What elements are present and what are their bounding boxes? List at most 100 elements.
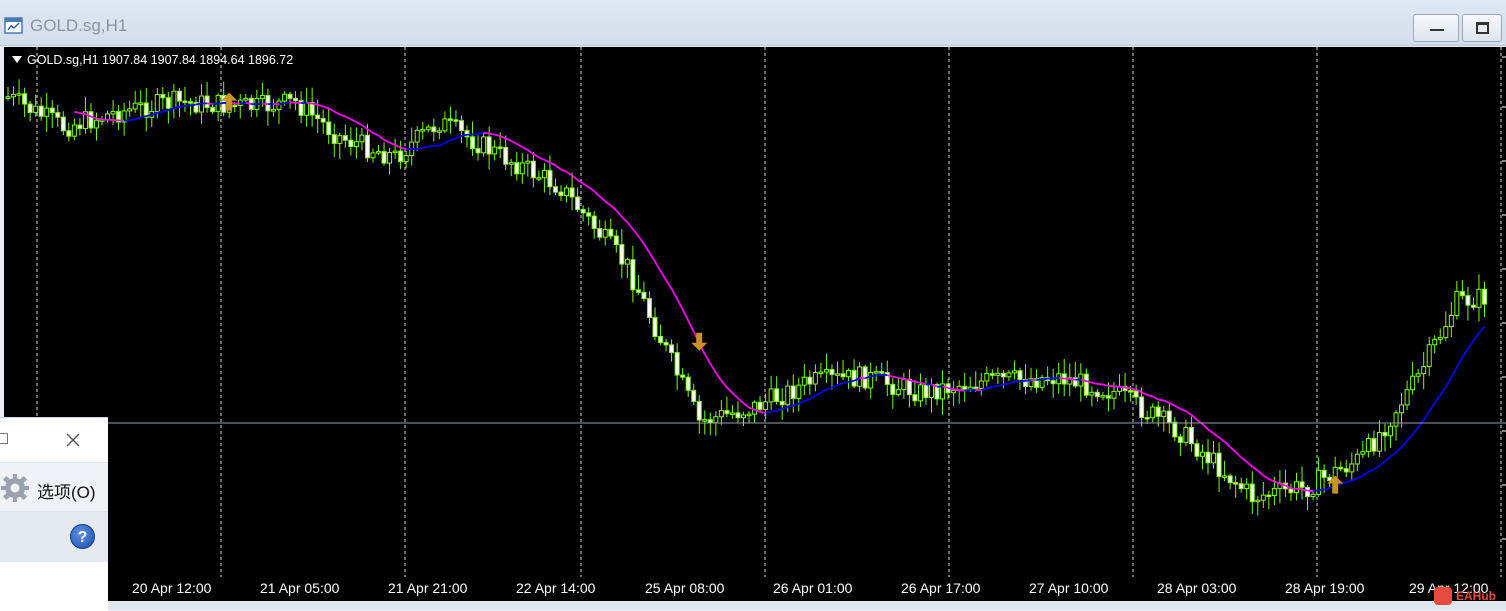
- moving-average-segment: [157, 112, 163, 113]
- candle-body: [1372, 439, 1376, 452]
- candle-body: [813, 373, 817, 384]
- candle-body: [576, 197, 580, 210]
- candle-body: [1195, 444, 1199, 457]
- moving-average-segment: [367, 129, 373, 133]
- collapse-triangle-icon[interactable]: [12, 56, 22, 63]
- candle-body: [1184, 428, 1188, 443]
- moving-average-segment: [954, 389, 960, 390]
- candle-body: [769, 389, 773, 402]
- candle-body: [1189, 428, 1193, 444]
- candle-body: [647, 299, 651, 318]
- candle-body: [836, 374, 840, 376]
- candle-body: [874, 372, 878, 374]
- candle-body: [830, 370, 834, 375]
- moving-average-segment: [1236, 452, 1242, 458]
- moving-average-segment: [1214, 433, 1220, 437]
- candle-body: [1212, 453, 1216, 463]
- moving-average-segment: [528, 150, 534, 154]
- candle-body: [166, 98, 170, 108]
- candle-body: [703, 420, 707, 422]
- candle-body: [1471, 305, 1475, 307]
- options-menu-item[interactable]: 选项(O): [0, 462, 108, 512]
- moving-average-segment: [987, 387, 993, 389]
- candle-body: [1001, 373, 1005, 376]
- candle-body: [963, 386, 967, 389]
- maximize-button[interactable]: [1462, 14, 1502, 42]
- moving-average-segment: [80, 113, 86, 114]
- moving-average-segment: [633, 229, 639, 236]
- candle-body: [1140, 397, 1144, 418]
- candle-body: [1051, 381, 1055, 384]
- candle-body: [476, 149, 480, 153]
- candle-body: [548, 170, 552, 186]
- candle-body: [808, 377, 812, 384]
- candle-body: [1167, 411, 1171, 422]
- moving-average-segment: [1308, 491, 1314, 492]
- moving-average-segment: [1164, 401, 1170, 403]
- candle-body: [1256, 500, 1260, 502]
- moving-average-segment: [578, 180, 584, 183]
- moving-average-segment: [793, 404, 799, 406]
- restore-icon[interactable]: [0, 433, 8, 444]
- candle-body: [1261, 495, 1265, 500]
- candle-body: [1427, 345, 1431, 367]
- candle-body: [1438, 338, 1442, 340]
- candle-body: [1322, 470, 1326, 477]
- moving-average-segment: [1175, 406, 1181, 409]
- candle-body: [155, 95, 159, 112]
- candle-body: [161, 95, 165, 98]
- candle-body: [985, 374, 989, 381]
- candle-body: [260, 95, 264, 98]
- minimize-button[interactable]: [1413, 14, 1459, 42]
- candle-body: [421, 130, 425, 132]
- moving-average-segment: [1457, 357, 1463, 367]
- help-button[interactable]: ?: [70, 524, 95, 549]
- moving-average-segment: [1158, 400, 1164, 401]
- candle-body: [509, 163, 513, 165]
- moving-average-segment: [572, 176, 578, 180]
- candle-body: [34, 106, 38, 112]
- candle-body: [448, 119, 452, 121]
- candle-body: [12, 94, 16, 96]
- moving-average-segment: [439, 143, 445, 146]
- candle-body: [426, 127, 430, 130]
- moving-average-segment: [334, 112, 340, 115]
- moving-average-segment: [1059, 378, 1065, 379]
- moving-average-segment: [196, 103, 202, 104]
- moving-average-segment: [804, 399, 810, 401]
- candle-body: [1311, 494, 1315, 496]
- close-icon[interactable]: [60, 428, 86, 452]
- candle-body: [741, 415, 745, 418]
- moving-average-segment: [838, 383, 844, 385]
- moving-average-segment: [1462, 349, 1468, 358]
- candle-body: [1355, 454, 1359, 464]
- moving-average-segment: [743, 403, 749, 407]
- price-chart[interactable]: GOLD.sg,H1 1907.84 1907.84 1894.64 1896.…: [4, 47, 1506, 577]
- candle-body: [819, 372, 823, 374]
- candle-body: [432, 127, 436, 132]
- moving-average-segment: [1092, 383, 1098, 384]
- candle-body: [72, 125, 76, 136]
- candle-body: [332, 135, 336, 144]
- candle-body: [631, 260, 635, 290]
- moving-average-segment: [1037, 379, 1043, 380]
- candle-body: [1134, 391, 1138, 397]
- candle-body: [1162, 411, 1166, 416]
- moving-average-segment: [74, 112, 80, 113]
- candle-body: [930, 384, 934, 397]
- moving-average-segment: [738, 398, 744, 403]
- moving-average-segment: [705, 354, 711, 363]
- candle-body: [6, 97, 10, 99]
- candle-body: [1416, 374, 1420, 377]
- moving-average-segment: [1324, 488, 1330, 489]
- candle-body: [570, 188, 574, 197]
- candle-body: [858, 367, 862, 386]
- title-bar[interactable]: GOLD.sg,H1: [0, 0, 1506, 46]
- candle-body: [67, 131, 71, 136]
- moving-average-segment: [721, 381, 727, 388]
- gear-icon: [0, 473, 30, 503]
- window-title: GOLD.sg,H1: [30, 16, 127, 36]
- time-axis-label: 26 Apr 17:00: [901, 580, 980, 596]
- chart-canvas[interactable]: [4, 47, 1506, 577]
- moving-average-segment: [1180, 409, 1186, 411]
